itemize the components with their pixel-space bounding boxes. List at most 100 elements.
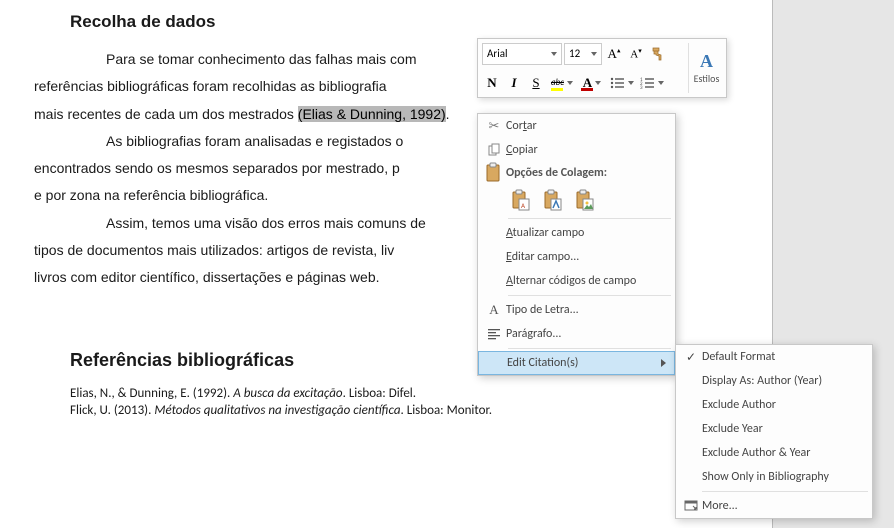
grow-font-button[interactable]: A▴ [604,44,624,64]
font-icon: A [482,299,506,321]
font-family-select[interactable]: Arial [482,43,562,65]
context-menu: ✂ Cortar Copiar Opções de Colagem: A Atu… [477,113,676,376]
ctx-cut-label: Cortar [506,119,669,133]
paste-picture[interactable] [572,187,598,213]
ctx-toggle-label: Alternar códigos de campo [506,274,669,288]
format-painter-button[interactable] [648,44,668,64]
ctx-font-dialog[interactable]: A Tipo de Letra... [478,298,675,322]
blank-icon [482,222,506,244]
styles-label: Estilos [694,72,720,85]
paste-keep-formatting[interactable]: A [508,187,534,213]
more-icon [680,500,702,512]
shrink-font-button[interactable]: A▾ [626,44,646,64]
check-icon: ✓ [680,350,702,365]
sub-exclude-both[interactable]: Exclude Author & Year [676,441,872,465]
numbering-icon: 123 [640,76,656,90]
clipboard-icon [482,162,506,184]
chevron-down-icon [628,81,634,85]
sub-exclude-year[interactable]: Exclude Year [676,417,872,441]
styles-button[interactable]: A Estilos [688,43,724,93]
ctx-edit-citation[interactable]: Edit Citation(s) [478,351,675,375]
highlight-color-swatch [551,88,563,91]
blank-icon [482,246,506,268]
ctx-copy-label: Copiar [506,143,669,157]
edit-citation-submenu: ✓ Default Format Display As: Author (Yea… [675,344,873,519]
bullets-button[interactable] [608,73,636,93]
ref1-pub: . Lisboa: Difel. [343,386,416,401]
chevron-down-icon [658,81,664,85]
ctx-edit-citation-label: Edit Citation(s) [507,356,661,370]
chevron-down-icon [591,52,597,56]
ctx-font-label: Tipo de Letra... [506,303,669,317]
ref1-title: A busca da excitação [233,386,342,401]
blank-icon [482,270,506,292]
ref2-authors: Flick, U. (2013). [70,403,154,418]
p3-line1: Assim, temos uma visão dos erros mais co… [106,215,426,231]
p2-line3: e por zona na referência bibliográfica. [34,187,268,203]
p3-line3: livros com editor científico, dissertaçõ… [34,269,380,285]
reference-2: Flick, U. (2013). Métodos qualitativos n… [70,402,750,420]
p1-line3: mais recentes de cada um dos mestrados [34,106,298,122]
separator [508,348,671,349]
ref1-authors: Elias, N., & Dunning, E. (1992). [70,386,233,401]
ctx-paragraph-label: Parágrafo... [506,327,669,341]
sub-more[interactable]: More... [676,494,872,518]
p1-line2: referências bibliográficas foram recolhi… [34,78,387,94]
ctx-update-label: Atualizar campo [506,226,669,240]
sub-excl-year-label: Exclude Year [702,422,864,436]
font-family-value: Arial [487,47,508,60]
sub-default-format[interactable]: ✓ Default Format [676,345,872,369]
ctx-paragraph-dialog[interactable]: Parágrafo... [478,322,675,346]
scissors-icon: ✂ [482,115,506,137]
chevron-down-icon [567,81,573,85]
citation-selected[interactable]: (Elias & Dunning, 1992) [298,106,446,122]
ctx-copy[interactable]: Copiar [478,138,675,162]
ref2-pub: . Lisboa: Monitor. [401,403,492,418]
chevron-right-icon [661,359,666,367]
font-color-button[interactable]: A [578,73,606,93]
underline-button[interactable]: S [526,73,546,93]
highlight-label: abc [551,77,564,88]
chevron-down-icon [595,81,601,85]
ctx-toggle-codes[interactable]: Alternar códigos de campo [478,269,675,293]
svg-text:3: 3 [640,85,643,90]
ctx-update-field[interactable]: Atualizar campo [478,221,675,245]
numbering-button[interactable]: 123 [638,73,666,93]
p1-line1: Para se tomar conhecimento das falhas ma… [106,51,416,67]
sub-excl-author-label: Exclude Author [702,398,864,412]
heading-recolha: Recolha de dados [70,12,750,32]
bold-button[interactable]: N [482,73,502,93]
sub-more-label: More... [702,499,864,513]
ctx-edit-field[interactable]: Editar campo... [478,245,675,269]
p2-line2: encontrados sendo os mesmos separados po… [34,160,400,176]
separator [508,218,671,219]
ctx-cut[interactable]: ✂ Cortar [478,114,675,138]
font-size-select[interactable]: 12 [564,43,602,65]
paste-merge-formatting[interactable] [540,187,566,213]
reference-1: Elias, N., & Dunning, E. (1992). A busca… [70,385,750,403]
styles-icon: A [700,51,713,72]
separator [508,295,671,296]
highlight-button[interactable]: abc [548,73,576,93]
sub-excl-both-label: Exclude Author & Year [702,446,864,460]
sub-show-only-biblio[interactable]: Show Only in Bibliography [676,465,872,489]
mini-toolbar: Arial 12 A▴ A▾ N I S abc A [477,38,727,98]
ctx-paste-header-label: Opções de Colagem: [506,166,607,180]
ctx-paste-header: Opções de Colagem: [478,162,675,184]
copy-icon [482,139,506,161]
italic-button[interactable]: I [504,73,524,93]
p1-period: . [446,106,450,122]
sub-default-label: Default Format [702,350,864,364]
sub-exclude-author[interactable]: Exclude Author [676,393,872,417]
sub-display-as[interactable]: Display As: Author (Year) [676,369,872,393]
paragraph-icon [482,323,506,345]
sub-display-label: Display As: Author (Year) [702,374,864,388]
chevron-down-icon [551,52,557,56]
font-color-swatch [581,88,593,91]
p2-line1: As bibliografias foram analisadas e regi… [106,133,403,149]
blank-icon [483,352,507,374]
sub-show-only-label: Show Only in Bibliography [702,470,864,484]
ctx-paste-options-row: A [478,184,675,216]
ref2-title: Métodos qualitativos na investigação cie… [154,403,400,418]
bullets-icon [610,76,626,90]
